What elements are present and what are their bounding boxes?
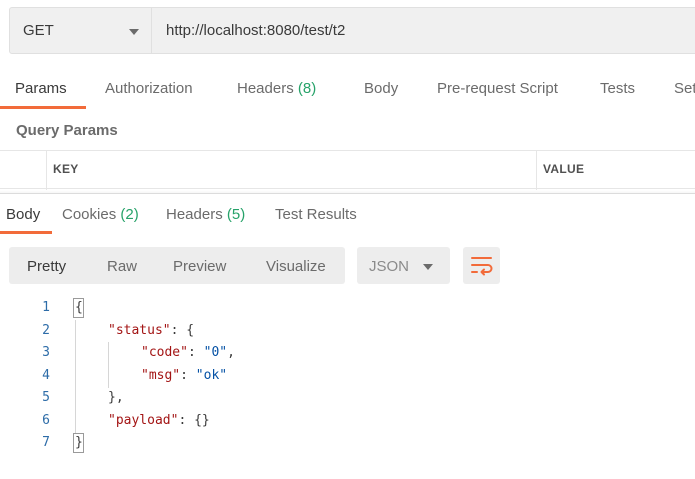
method-label: GET: [23, 22, 54, 39]
response-tab-headers-count: (5): [226, 206, 246, 223]
table-divider: [0, 188, 695, 189]
line-number: 5: [42, 390, 50, 405]
line-number: 4: [42, 368, 50, 383]
line-number: 7: [42, 435, 50, 450]
indent-guide: [75, 320, 76, 434]
line-number: 6: [42, 413, 50, 428]
code-line-3: "code": "0",: [141, 345, 235, 360]
response-tab-headers-label: Headers: [166, 206, 223, 223]
json-key: "status": [108, 323, 171, 338]
code-line-2: "status": {: [108, 323, 194, 338]
column-header-value: VALUE: [543, 162, 585, 176]
code-line-6: "payload": {}: [108, 413, 210, 428]
json-token: :: [180, 368, 188, 383]
view-pretty-button[interactable]: Pretty: [27, 258, 66, 275]
line-number: 3: [42, 345, 50, 360]
json-token: :: [187, 345, 196, 360]
json-key: "payload": [108, 413, 179, 428]
json-token: : {: [170, 323, 195, 338]
pane-divider[interactable]: [0, 193, 695, 194]
tab-pre-request-script[interactable]: Pre-request Script: [437, 80, 558, 97]
view-visualize-button[interactable]: Visualize: [266, 258, 326, 275]
response-tab-cookies-label: Cookies: [62, 206, 117, 223]
response-tab-headers[interactable]: Headers (5): [166, 206, 245, 223]
tab-settings[interactable]: Set: [674, 80, 695, 97]
chevron-down-icon: [423, 264, 433, 270]
json-string: "0": [203, 345, 228, 360]
table-column-divider: [46, 150, 47, 190]
tab-headers-label: Headers: [237, 80, 294, 97]
json-key: "msg": [141, 368, 181, 383]
wrap-lines-icon: [471, 257, 493, 276]
tab-body[interactable]: Body: [364, 80, 398, 97]
json-token: {: [75, 300, 83, 315]
method-select[interactable]: GET: [9, 7, 152, 54]
line-number: 1: [42, 300, 50, 315]
column-header-key: KEY: [53, 162, 79, 176]
format-label: JSON: [369, 258, 410, 275]
tab-authorization[interactable]: Authorization: [105, 80, 193, 97]
active-response-tab-indicator: [0, 231, 52, 234]
url-input[interactable]: [152, 7, 695, 54]
json-token: {}: [194, 413, 210, 428]
response-tab-cookies[interactable]: Cookies (2): [62, 206, 139, 223]
indent-guide: [108, 342, 109, 388]
tab-headers[interactable]: Headers (8): [237, 80, 316, 97]
response-tab-body[interactable]: Body: [6, 206, 40, 223]
code-line-4: "msg": "ok": [141, 368, 227, 383]
tab-params[interactable]: Params: [15, 80, 67, 97]
active-tab-indicator: [0, 106, 86, 109]
wrap-lines-button[interactable]: [463, 247, 500, 284]
json-token: },: [108, 390, 124, 405]
tab-headers-count: (8): [297, 80, 317, 97]
view-preview-button[interactable]: Preview: [173, 258, 226, 275]
chevron-down-icon: [129, 29, 139, 35]
json-token: ,: [227, 345, 235, 360]
table-divider: [0, 150, 695, 151]
query-params-title: Query Params: [16, 122, 118, 139]
table-column-divider: [536, 150, 537, 190]
view-raw-button[interactable]: Raw: [107, 258, 137, 275]
json-string: "ok": [195, 368, 228, 383]
tab-tests[interactable]: Tests: [600, 80, 635, 97]
response-tab-cookies-count: (2): [120, 206, 139, 223]
json-token: }: [75, 435, 83, 450]
format-select[interactable]: JSON: [357, 247, 450, 284]
line-number: 2: [42, 323, 50, 338]
response-tab-test-results[interactable]: Test Results: [275, 206, 357, 223]
json-key: "code": [141, 345, 188, 360]
json-token: :: [178, 413, 187, 428]
